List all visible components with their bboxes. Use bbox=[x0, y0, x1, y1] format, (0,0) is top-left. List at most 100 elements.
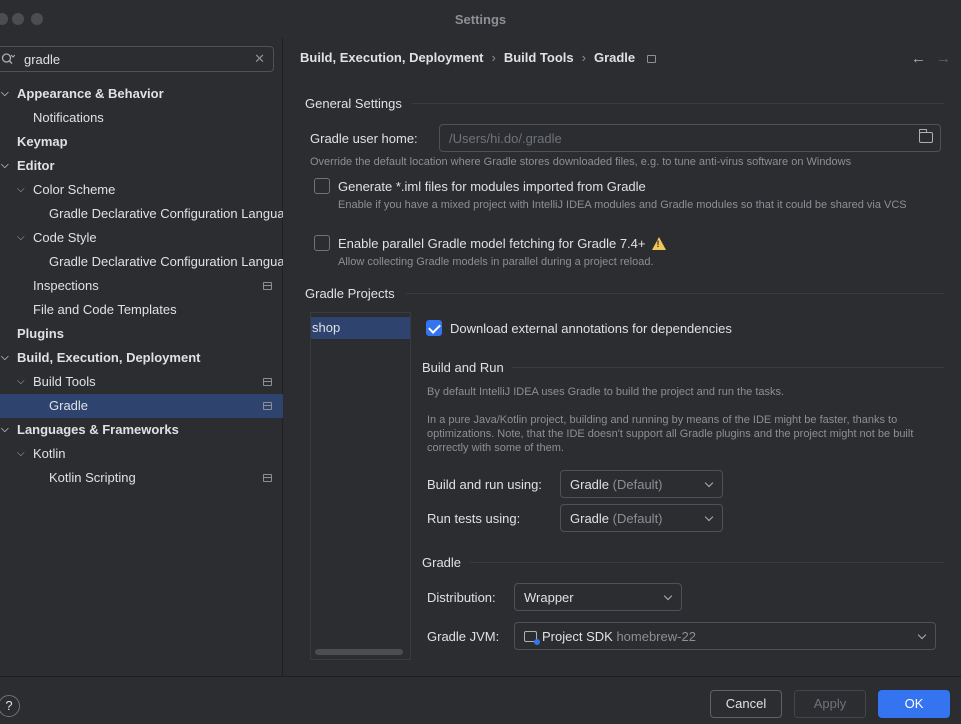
gradle-projects-title: Gradle Projects bbox=[305, 286, 395, 301]
project-settings-icon bbox=[263, 378, 272, 386]
chevron-down-icon bbox=[663, 591, 673, 601]
sidebar-item-label: Kotlin Scripting bbox=[49, 470, 136, 485]
settings-main-panel: Build, Execution, Deployment › Build Tools… bbox=[284, 38, 961, 676]
search-icon bbox=[1, 53, 15, 64]
title-bar: Settings bbox=[0, 0, 961, 38]
divider bbox=[470, 562, 944, 563]
sidebar-item-gradle[interactable]: Gradle bbox=[0, 394, 283, 418]
chevron-down-icon[interactable]: ⌵ bbox=[17, 178, 29, 202]
gradle-projects-list[interactable]: shop bbox=[310, 312, 411, 660]
select-value-suffix: homebrew-22 bbox=[616, 629, 696, 644]
chevron-down-icon[interactable]: ⌵ bbox=[17, 442, 29, 466]
sidebar-item-file-templates[interactable]: File and Code Templates bbox=[0, 298, 283, 322]
distribution-select[interactable]: Wrapper bbox=[514, 583, 682, 611]
chevron-down-icon bbox=[704, 478, 714, 488]
window-title: Settings bbox=[454, 12, 507, 27]
sidebar-item-label: Editor bbox=[17, 158, 55, 173]
run-tests-using-select[interactable]: Gradle (Default) bbox=[560, 504, 723, 532]
sidebar-item-label: Inspections bbox=[33, 278, 99, 293]
sidebar-item-label: Color Scheme bbox=[33, 182, 116, 197]
sidebar-item-kotlin-scripting[interactable]: Kotlin Scripting bbox=[0, 466, 283, 490]
project-settings-icon bbox=[263, 402, 272, 410]
project-settings-icon bbox=[263, 474, 272, 482]
sidebar-item-code-style[interactable]: ⌵ Code Style bbox=[0, 226, 283, 250]
build-and-run-using-select[interactable]: Gradle (Default) bbox=[560, 470, 723, 498]
select-value: Gradle bbox=[570, 477, 610, 492]
sidebar-item-label: Build, Execution, Deployment bbox=[17, 350, 201, 365]
sidebar-item-keymap[interactable]: Keymap bbox=[0, 130, 283, 154]
sidebar-item-gradle-declarative-1[interactable]: Gradle Declarative Configuration Languag… bbox=[0, 202, 283, 226]
chevron-down-icon[interactable]: ⌵ bbox=[1, 346, 13, 370]
sidebar-item-notifications[interactable]: Notifications bbox=[0, 106, 283, 130]
breadcrumb-separator-icon: › bbox=[491, 50, 496, 65]
sidebar-item-label: Gradle bbox=[49, 398, 89, 413]
download-annotations-label[interactable]: Download external annotations for depend… bbox=[450, 321, 732, 336]
project-settings-icon bbox=[647, 54, 657, 63]
chevron-down-icon[interactable]: ⌵ bbox=[17, 226, 29, 250]
gradle-user-home-hint: Override the default location where Grad… bbox=[310, 156, 852, 168]
sidebar-item-build-execution[interactable]: ⌵ Build, Execution, Deployment bbox=[0, 346, 283, 370]
gradle-user-home-placeholder: /Users/hi.do/.gradle bbox=[449, 131, 562, 146]
sidebar-item-label: Keymap bbox=[17, 134, 68, 149]
divider bbox=[406, 293, 944, 294]
sidebar-item-inspections[interactable]: Inspections bbox=[0, 274, 283, 298]
sidebar-item-plugins[interactable]: Plugins bbox=[0, 322, 283, 346]
sidebar-item-kotlin[interactable]: ⌵ Kotlin bbox=[0, 442, 283, 466]
chevron-down-icon[interactable]: ⌵ bbox=[1, 154, 13, 178]
apply-button[interactable]: Apply bbox=[794, 690, 866, 718]
list-item[interactable]: shop bbox=[311, 317, 410, 339]
download-annotations-checkbox[interactable] bbox=[426, 320, 442, 336]
parallel-fetching-label[interactable]: Enable parallel Gradle model fetching fo… bbox=[338, 236, 646, 251]
breadcrumb-item[interactable]: Build, Execution, Deployment bbox=[300, 50, 483, 65]
settings-search-input[interactable]: gradle ✕ bbox=[0, 46, 274, 72]
forward-arrow-icon[interactable]: → bbox=[936, 50, 951, 67]
parallel-fetching-hint: Allow collecting Gradle models in parall… bbox=[338, 256, 654, 268]
breadcrumb-item[interactable]: Build Tools bbox=[504, 50, 574, 65]
parallel-fetching-checkbox[interactable] bbox=[314, 235, 330, 251]
build-and-run-hint-2: In a pure Java/Kotlin project, building … bbox=[427, 414, 914, 454]
help-button[interactable]: ? bbox=[0, 695, 20, 717]
gradle-section-title: Gradle bbox=[422, 555, 462, 570]
breadcrumb-item: Gradle bbox=[593, 50, 636, 65]
chevron-down-icon[interactable]: ⌵ bbox=[17, 370, 29, 394]
sidebar-item-label: Gradle Declarative Configuration Languag… bbox=[49, 206, 283, 221]
sdk-folder-icon bbox=[524, 631, 540, 645]
sidebar-item-label: Appearance & Behavior bbox=[17, 86, 164, 101]
build-and-run-hint: By default IntelliJ IDEA uses Gradle to … bbox=[427, 386, 785, 398]
gradle-jvm-select[interactable]: Project SDK homebrew-22 bbox=[514, 622, 936, 650]
clear-search-icon[interactable]: ✕ bbox=[254, 51, 265, 67]
gradle-user-home-label: Gradle user home: bbox=[310, 131, 418, 146]
generate-iml-checkbox[interactable] bbox=[314, 178, 330, 194]
sidebar-item-label: File and Code Templates bbox=[33, 302, 177, 317]
run-tests-using-label: Run tests using: bbox=[427, 511, 521, 526]
sidebar-item-appearance[interactable]: ⌵ Appearance & Behavior bbox=[0, 82, 283, 106]
warning-icon bbox=[651, 237, 666, 250]
cancel-button[interactable]: Cancel bbox=[710, 690, 782, 718]
chevron-down-icon[interactable]: ⌵ bbox=[1, 418, 13, 442]
parallel-fetching-row: Enable parallel Gradle model fetching fo… bbox=[338, 236, 666, 251]
select-value: Project SDK bbox=[542, 629, 613, 644]
ok-button[interactable]: OK bbox=[878, 690, 950, 718]
chevron-down-icon[interactable]: ⌵ bbox=[1, 82, 13, 106]
sidebar-item-label: Kotlin bbox=[33, 446, 66, 461]
search-value: gradle bbox=[24, 52, 61, 67]
general-settings-title: General Settings bbox=[305, 96, 402, 111]
generate-iml-hint: Enable if you have a mixed project with … bbox=[338, 199, 907, 211]
horizontal-scrollbar[interactable] bbox=[315, 649, 403, 655]
chevron-down-icon bbox=[917, 630, 927, 640]
dialog-button-bar: ? Cancel Apply OK bbox=[0, 676, 961, 724]
back-arrow-icon[interactable]: ← bbox=[911, 50, 926, 67]
sidebar-item-color-scheme[interactable]: ⌵ Color Scheme bbox=[0, 178, 283, 202]
sidebar-item-editor[interactable]: ⌵ Editor bbox=[0, 154, 283, 178]
sidebar-item-gradle-declarative-2[interactable]: Gradle Declarative Configuration Languag… bbox=[0, 250, 283, 274]
chevron-down-icon bbox=[704, 512, 714, 522]
generate-iml-label[interactable]: Generate *.iml files for modules importe… bbox=[338, 179, 646, 194]
sidebar-item-label: Build Tools bbox=[33, 374, 96, 389]
sidebar-item-languages[interactable]: ⌵ Languages & Frameworks bbox=[0, 418, 283, 442]
settings-sidebar: gradle ✕ ⌵ Appearance & Behavior Notific… bbox=[0, 38, 283, 676]
select-value-suffix: (Default) bbox=[612, 477, 663, 492]
sidebar-item-label: Code Style bbox=[33, 230, 97, 245]
folder-icon[interactable] bbox=[919, 129, 933, 143]
sidebar-item-build-tools[interactable]: ⌵ Build Tools bbox=[0, 370, 283, 394]
gradle-user-home-field[interactable]: /Users/hi.do/.gradle bbox=[439, 124, 941, 152]
